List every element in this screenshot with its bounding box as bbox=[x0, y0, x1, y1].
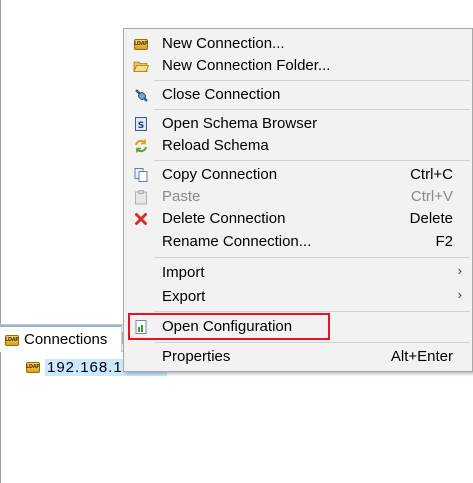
menu-shortcut: Ctrl+C bbox=[410, 166, 453, 183]
delete-x-icon bbox=[135, 213, 147, 225]
highlight-box bbox=[128, 313, 330, 340]
menu-separator bbox=[154, 80, 470, 81]
context-menu: LDAP New Connection... New Connection Fo… bbox=[123, 28, 473, 372]
menu-separator bbox=[154, 257, 470, 258]
menu-label: Reload Schema bbox=[162, 137, 269, 154]
paste-icon bbox=[135, 190, 147, 205]
svg-text:S: S bbox=[138, 121, 144, 131]
menu-item-open-schema-browser[interactable]: S Open Schema Browser bbox=[126, 113, 470, 135]
menu-separator bbox=[154, 311, 470, 312]
editor-area-border bbox=[0, 0, 1, 325]
ldap-icon: LDAP bbox=[4, 332, 20, 348]
submenu-arrow-icon: › bbox=[457, 287, 462, 302]
schema-icon: S bbox=[135, 117, 147, 131]
menu-item-paste[interactable]: Paste Ctrl+V bbox=[126, 186, 470, 208]
menu-label: Import bbox=[162, 264, 205, 281]
folder-open-icon bbox=[133, 61, 149, 72]
submenu-arrow-icon: › bbox=[457, 263, 462, 278]
menu-item-close-connection[interactable]: Close Connection bbox=[126, 84, 470, 106]
menu-label: Export bbox=[162, 288, 206, 305]
copy-icon bbox=[134, 168, 148, 182]
menu-separator bbox=[154, 109, 470, 110]
menu-label: Properties bbox=[162, 348, 231, 365]
menu-label: Delete Connection bbox=[162, 210, 286, 227]
menu-shortcut: Ctrl+V bbox=[410, 188, 453, 205]
menu-item-rename-connection[interactable]: Rename Connection... F2 bbox=[126, 231, 470, 253]
menu-item-delete-connection[interactable]: Delete Connection Delete bbox=[126, 208, 470, 230]
refresh-icon bbox=[135, 139, 147, 153]
menu-item-properties[interactable]: Properties Alt+Enter bbox=[126, 346, 470, 368]
menu-label: Paste bbox=[162, 188, 201, 205]
ldap-connection-icon: LDAP bbox=[25, 359, 41, 375]
menu-shortcut: Delete bbox=[409, 210, 453, 227]
menu-label: New Connection Folder... bbox=[162, 57, 331, 74]
menu-label: New Connection... bbox=[162, 35, 285, 52]
menu-item-reload-schema[interactable]: Reload Schema bbox=[126, 135, 470, 157]
menu-label: Copy Connection bbox=[162, 166, 278, 183]
ldap-new-icon: LDAP bbox=[133, 36, 149, 52]
menu-separator bbox=[154, 342, 470, 343]
disconnect-icon bbox=[135, 89, 148, 102]
menu-label: Close Connection bbox=[162, 86, 281, 103]
menu-separator bbox=[154, 160, 470, 161]
menu-item-import[interactable]: Import › bbox=[126, 262, 470, 284]
tab-connections[interactable]: LDAP Connections bbox=[0, 325, 122, 352]
menu-item-export[interactable]: Export › bbox=[126, 286, 470, 308]
menu-item-new-connection[interactable]: LDAP New Connection... bbox=[126, 33, 470, 55]
tab-connections-label: Connections bbox=[24, 331, 108, 348]
menu-item-copy-connection[interactable]: Copy Connection Ctrl+C bbox=[126, 164, 470, 186]
menu-label: Open Schema Browser bbox=[162, 115, 318, 132]
menu-shortcut: Alt+Enter bbox=[390, 348, 453, 365]
menu-item-new-connection-folder[interactable]: New Connection Folder... bbox=[126, 55, 470, 77]
menu-shortcut: F2 bbox=[435, 233, 453, 250]
menu-label: Rename Connection... bbox=[162, 233, 312, 250]
